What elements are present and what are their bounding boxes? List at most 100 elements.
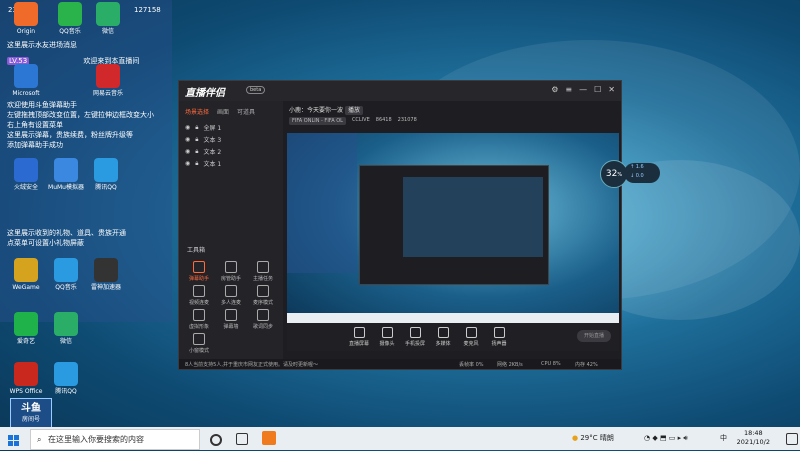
- desktop-icon-label: 微信: [101, 28, 114, 35]
- menu-icon[interactable]: ≡: [565, 85, 572, 94]
- tab-picture[interactable]: 画面: [217, 107, 229, 116]
- tool-label: 房管助手: [220, 276, 241, 282]
- toolbox-item[interactable]: 弹幕墙: [219, 309, 243, 330]
- eye-icon[interactable]: ◉: [185, 148, 190, 155]
- app-titlebar[interactable]: 直播伴侣 beta ⚙ ≡ — ☐ ✕: [179, 81, 621, 101]
- desktop-icon-label: 网易云音乐: [92, 90, 123, 97]
- desktop-icon[interactable]: 爱奇艺: [4, 312, 48, 345]
- source-button[interactable]: 多媒体: [429, 327, 457, 347]
- source-button[interactable]: 直播屏幕: [345, 327, 373, 347]
- desktop-icon[interactable]: 火绒安全: [4, 158, 48, 191]
- source-button[interactable]: 摄像头: [373, 327, 401, 347]
- eye-icon[interactable]: ◉: [185, 136, 190, 143]
- desktop-icon-label: MuMu模拟器: [48, 184, 84, 191]
- source-label: 直播屏幕: [348, 341, 369, 347]
- start-live-button[interactable]: 开始直播: [577, 330, 611, 342]
- settings-icon[interactable]: ⚙: [551, 85, 558, 94]
- eye-icon[interactable]: ◉: [185, 160, 190, 167]
- tab-scene[interactable]: 场景选择: [185, 107, 209, 116]
- desktop-icon[interactable]: QQ音乐: [44, 258, 88, 291]
- scene-item[interactable]: ◉ 🔒︎ 文本 3: [185, 135, 221, 145]
- preview-overlay-panel: [287, 133, 357, 273]
- toolbox-item[interactable]: 主播任务: [251, 261, 275, 282]
- scene-item[interactable]: ◉ 🔒︎ 文本 1: [185, 159, 221, 169]
- tool-label: 小窗模式: [188, 348, 209, 354]
- toolbox-item[interactable]: 多人连麦: [219, 285, 243, 306]
- lock-icon[interactable]: 🔒︎: [195, 148, 198, 156]
- cpu-value: 32: [605, 169, 618, 179]
- desktop-icon[interactable]: 微信: [86, 2, 130, 35]
- room-category[interactable]: FIFA ONLIN - FIFA OL: [289, 117, 346, 125]
- windows-start-icon[interactable]: [8, 432, 20, 446]
- desktop-icon-label: 火绒安全: [13, 184, 38, 191]
- stat-net: 网络 2KB/s: [497, 362, 523, 368]
- weather-widget[interactable]: ● 29°C 晴朗: [572, 427, 614, 450]
- app-taskbar-icon[interactable]: [262, 431, 276, 445]
- desktop-icon[interactable]: Origin: [4, 2, 48, 35]
- tray-icons[interactable]: ◔ ◆ ⬒ ▭ ▸ 🔊︎: [644, 427, 688, 450]
- taskbar-search-input[interactable]: ⌕ 在这里输入你要搜索的内容: [30, 429, 200, 450]
- clock-time: 18:48: [743, 429, 763, 437]
- toolbox-item[interactable]: 小窗模式: [187, 333, 211, 354]
- desktop-icon-label: Origin: [16, 28, 36, 35]
- app-window[interactable]: 直播伴侣 beta ⚙ ≡ — ☐ ✕ 场景选择 画面 可道具 ◉ 🔒︎ 全屏 1 …: [178, 80, 622, 370]
- desktop-icon[interactable]: WeGame: [4, 258, 48, 291]
- desktop-icon-label: 腾讯QQ: [95, 184, 117, 191]
- source-button[interactable]: 手机投屏: [401, 327, 429, 347]
- search-placeholder: 在这里输入你要搜索的内容: [48, 435, 145, 444]
- overlay-heart-count: 127158: [134, 6, 161, 14]
- minimize-icon[interactable]: —: [579, 85, 587, 94]
- toolbox-item[interactable]: 麦序模式: [251, 285, 275, 306]
- lock-icon[interactable]: 🔒︎: [195, 124, 198, 132]
- upload-value: 1.6: [635, 164, 644, 170]
- app-icon: [54, 362, 78, 386]
- close-icon[interactable]: ✕: [608, 85, 615, 94]
- tool-label: 麦序模式: [252, 300, 273, 306]
- lock-icon[interactable]: 🔒︎: [195, 136, 198, 144]
- taskbar: ⌕ 在这里输入你要搜索的内容 ● 29°C 晴朗 ◔ ◆ ⬒ ▭ ▸ 🔊︎ 中 …: [0, 427, 800, 450]
- desktop-icon[interactable]: 腾讯QQ: [44, 362, 88, 395]
- room-badge[interactable]: 播放: [344, 106, 363, 115]
- tab-props[interactable]: 可道具: [237, 107, 255, 116]
- maximize-icon[interactable]: ☐: [594, 85, 601, 94]
- desktop-icon-label: Microsoft: [12, 90, 40, 97]
- tool-label: 虚拟形象: [188, 324, 209, 330]
- source-button[interactable]: 麦克风: [457, 327, 485, 347]
- desktop-icon[interactable]: 腾讯QQ: [84, 158, 128, 191]
- tool-icon: [193, 285, 205, 297]
- scene-label: 文本 2: [203, 149, 222, 156]
- eye-icon[interactable]: ◉: [185, 124, 190, 131]
- lock-icon[interactable]: 🔒︎: [195, 160, 198, 168]
- toolbox-item[interactable]: 弹幕助手: [187, 261, 211, 282]
- speed-widget[interactable]: 32% ↑ 1.6 ↓ 0.0: [600, 160, 660, 188]
- desktop-icon[interactable]: 微信: [44, 312, 88, 345]
- scene-item[interactable]: ◉ 🔒︎ 文本 2: [185, 147, 222, 157]
- toolbox-item[interactable]: 房管助手: [219, 261, 243, 282]
- clock[interactable]: 18:48 2021/10/2: [737, 429, 770, 447]
- toolbox-item[interactable]: 歌词同步: [251, 309, 275, 330]
- cortana-icon[interactable]: [210, 434, 222, 446]
- scene-item[interactable]: ◉ 🔒︎ 全屏 1: [185, 123, 221, 133]
- download-speed: ↓ 0.0: [630, 173, 644, 179]
- app-logo: 直播伴侣: [185, 88, 225, 99]
- task-view-icon[interactable]: [236, 433, 248, 445]
- ime-indicator[interactable]: 中: [720, 427, 727, 450]
- source-button[interactable]: 扬声器: [485, 327, 513, 347]
- stream-preview[interactable]: [287, 133, 619, 323]
- source-label: 扬声器: [491, 341, 507, 347]
- toolbox-item[interactable]: 虚拟形象: [187, 309, 211, 330]
- source-icon: [437, 327, 449, 338]
- desktop-icon[interactable]: Microsoft: [4, 64, 48, 97]
- version-badge: beta: [246, 86, 266, 94]
- desktop-icon[interactable]: WPS Office: [4, 362, 48, 395]
- desktop-icon[interactable]: 网易云音乐: [86, 64, 130, 97]
- desktop-icon[interactable]: MuMu模拟器: [44, 158, 88, 191]
- toolbox-item[interactable]: 视频连麦: [187, 285, 211, 306]
- source-toolbar: 直播屏幕 摄像头 手机投屏 多媒体 麦克风 扬声器 开始直播: [287, 323, 619, 351]
- tool-icon: [225, 285, 237, 297]
- app-icon: [94, 258, 118, 282]
- desktop-icon[interactable]: 雷神加速器: [84, 258, 128, 291]
- cpu-unit: %: [617, 172, 623, 178]
- status-text: 8人当前支持5人,并于重庆市网友正式使用。请及时更新喔～: [185, 362, 318, 368]
- notification-icon[interactable]: [786, 433, 798, 445]
